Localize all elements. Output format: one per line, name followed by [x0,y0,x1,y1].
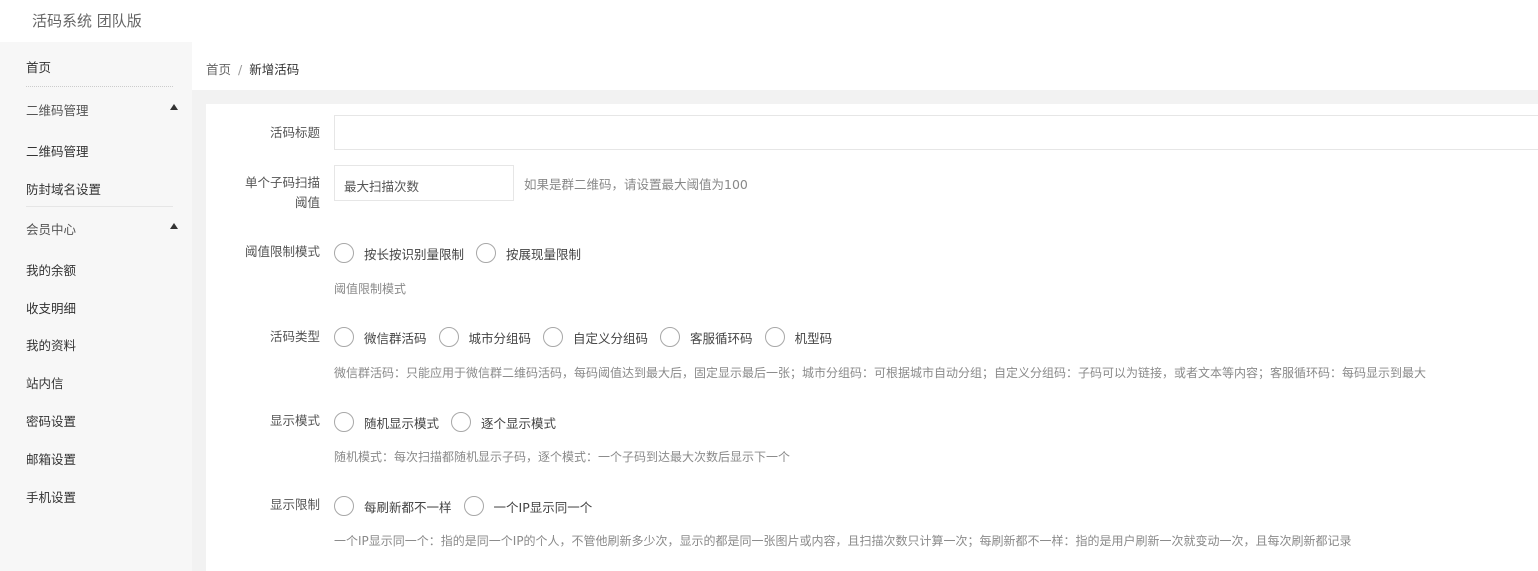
title-input[interactable] [334,115,1538,150]
caret-up-icon [170,104,178,110]
radio-circle-icon [334,327,354,347]
threshold-mode-label: 阈值限制模式 [244,244,320,259]
breadcrumb: 首页 / 新增活码 [206,59,299,78]
radio-circle-icon [764,327,785,347]
display-limit-hint: 一个IP显示同一个：指的是同一个IP的个人，不管他刷新多少次，显示的都是同一张图… [334,534,1352,548]
radio-circle-icon [334,412,354,432]
title-label: 活码标题 [269,125,320,140]
threshold-mode-hint: 阈值限制模式 [334,282,407,296]
sidebar-divider [26,206,173,207]
breadcrumb-current: 新增活码 [249,62,300,77]
radio-circle-icon [660,327,681,347]
radio-limit-refresh-different[interactable]: 每刷新都不一样 [334,496,452,516]
scan-threshold-hint: 如果是群二维码，请设置最大阈值为100 [524,177,748,192]
top-bar: 活码系统 团队版 [0,0,1538,42]
sidebar: 首页 二维码管理 二维码管理 防封域名设置 会员中心 我的余额 收支明细 我的资… [0,42,192,571]
code-type-hint: 微信群活码：只能应用于微信群二维码活码，每码阈值达到最大后，固定显示最后一张；城… [334,366,1427,380]
sidebar-item-anti-block[interactable]: 防封域名设置 [26,179,101,198]
radio-label: 逐个显示模式 [481,415,557,431]
sidebar-item-transactions[interactable]: 收支明细 [26,298,76,317]
display-mode-radio-group: 随机显示模式 逐个显示模式 [334,412,568,432]
breadcrumb-home-link[interactable]: 首页 [206,62,231,77]
radio-label: 城市分组码 [468,330,532,346]
scan-threshold-label-line1: 单个子码扫描 [244,175,320,190]
radio-display-random[interactable]: 随机显示模式 [334,412,439,432]
breadcrumb-separator: / [238,62,243,77]
breadcrumb-bar: 首页 / 新增活码 [192,42,1538,90]
sidebar-item-profile[interactable]: 我的资料 [26,335,76,354]
sidebar-group-member-label: 会员中心 [26,222,77,237]
radio-label: 客服循环码 [690,330,753,346]
scan-threshold-label: 单个子码扫描 阈值 [210,173,320,213]
sidebar-item-qr-manage[interactable]: 二维码管理 [26,141,89,160]
sidebar-group-qr[interactable]: 二维码管理 [26,100,178,119]
radio-limit-same-ip[interactable]: 一个IP显示同一个 [463,496,593,516]
radio-threshold-long-press[interactable]: 按长按识别量限制 [334,243,464,263]
radio-circle-icon [334,496,354,516]
radio-type-device[interactable]: 机型码 [764,327,833,347]
sidebar-group-qr-label: 二维码管理 [26,103,89,118]
display-limit-radio-group: 每刷新都不一样 一个IP显示同一个 [334,496,604,516]
radio-display-sequential[interactable]: 逐个显示模式 [451,412,556,432]
sidebar-item-home[interactable]: 首页 [26,57,51,76]
caret-up-icon [170,223,178,229]
sidebar-item-email[interactable]: 邮箱设置 [26,449,76,468]
scan-threshold-label-line2: 阈值 [294,195,320,210]
sidebar-group-member[interactable]: 会员中心 [26,219,178,238]
radio-label: 随机显示模式 [364,415,440,431]
display-mode-hint: 随机模式：每次扫描都随机显示子码，逐个模式：一个子码到达最大次数后显示下一个 [334,450,791,464]
radio-label: 按长按识别量限制 [364,246,465,262]
threshold-mode-radio-group: 按长按识别量限制 按展现量限制 [334,243,593,263]
radio-type-city-group[interactable]: 城市分组码 [438,327,532,347]
radio-circle-icon [451,412,472,432]
sidebar-item-password[interactable]: 密码设置 [26,411,76,430]
sidebar-item-phone[interactable]: 手机设置 [26,487,76,506]
code-type-radio-group: 微信群活码 城市分组码 自定义分组码 客服循环码 机型码 [334,327,844,347]
scan-threshold-input[interactable]: 最大扫描次数 [334,165,514,201]
radio-circle-icon [463,496,484,516]
sidebar-divider [26,86,173,87]
display-limit-label: 显示限制 [269,497,320,512]
radio-circle-icon [476,243,497,263]
radio-label: 按展现量限制 [506,246,582,262]
radio-label: 机型码 [794,330,833,346]
code-type-label: 活码类型 [269,329,320,344]
radio-label: 微信群活码 [364,330,427,346]
sidebar-item-messages[interactable]: 站内信 [26,373,64,392]
radio-type-custom-group[interactable]: 自定义分组码 [543,327,648,347]
display-mode-label: 显示模式 [269,413,320,428]
sidebar-item-balance[interactable]: 我的余额 [26,260,76,279]
radio-label: 一个IP显示同一个 [493,499,593,515]
radio-label: 每刷新都不一样 [364,499,452,515]
radio-label: 自定义分组码 [573,330,649,346]
radio-type-service-loop[interactable]: 客服循环码 [660,327,753,347]
radio-threshold-impression[interactable]: 按展现量限制 [476,243,581,263]
radio-type-wechat-group[interactable]: 微信群活码 [334,327,427,347]
radio-circle-icon [334,243,354,263]
radio-circle-icon [438,327,459,347]
radio-circle-icon [543,327,564,347]
app-title: 活码系统 团队版 [32,12,142,30]
